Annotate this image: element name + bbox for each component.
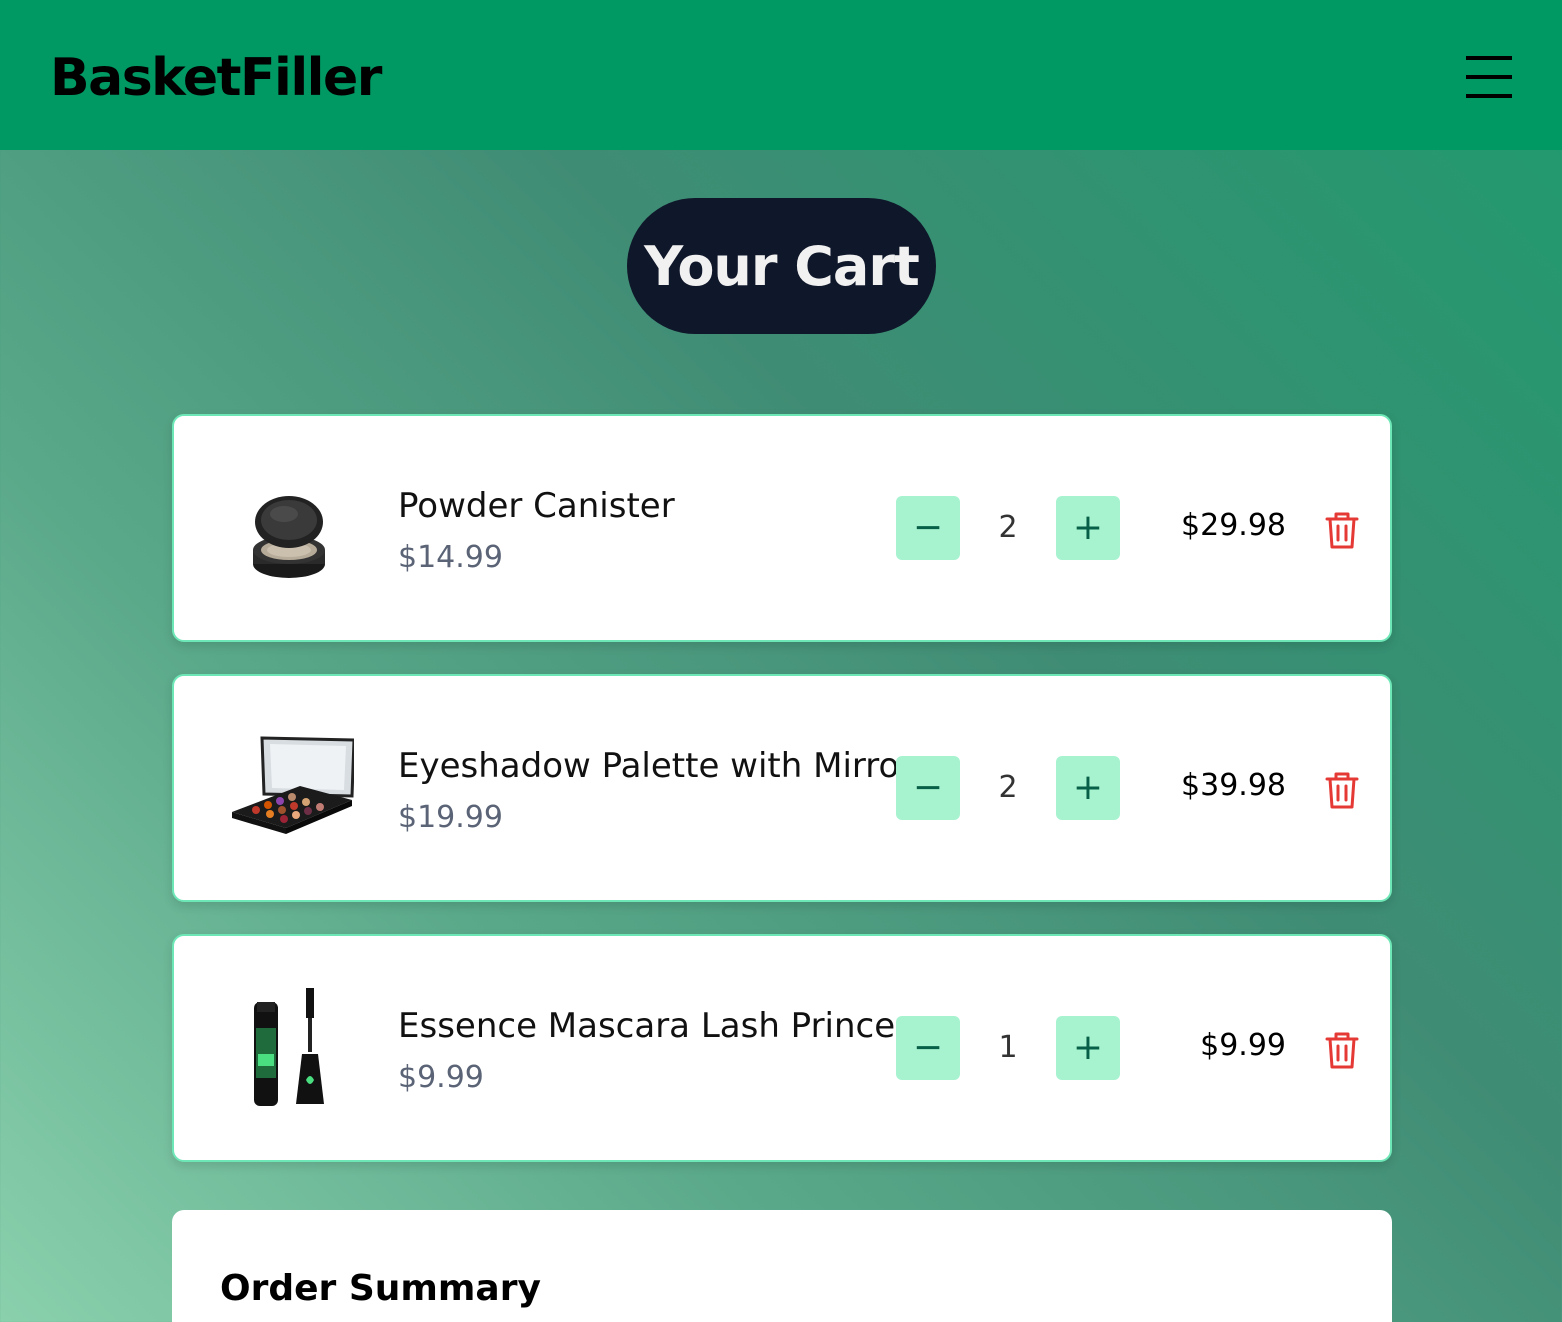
item-unit-price: $19.99 — [398, 800, 503, 835]
cart-item: Eyeshadow Palette with Mirror $19.99 − 2… — [172, 674, 1392, 902]
increase-quantity-button[interactable]: + — [1056, 1016, 1120, 1080]
trash-icon[interactable] — [1324, 1030, 1360, 1070]
item-name: Eyeshadow Palette with Mirror — [398, 746, 914, 786]
item-total-price: $29.98 — [1181, 508, 1286, 543]
item-unit-price: $9.99 — [398, 1060, 484, 1095]
page-title-pill: Your Cart — [627, 198, 936, 334]
item-total-price: $39.98 — [1181, 768, 1286, 803]
item-unit-price: $14.99 — [398, 540, 503, 575]
cart-item: Powder Canister $14.99 − 2 + $29.98 — [172, 414, 1392, 642]
powder-compact-image — [253, 496, 325, 578]
mascara-image — [254, 988, 324, 1106]
increase-quantity-button[interactable]: + — [1056, 756, 1120, 820]
decrease-quantity-button[interactable]: − — [896, 756, 960, 820]
increase-quantity-button[interactable]: + — [1056, 496, 1120, 560]
brand-logo[interactable]: BasketFiller — [50, 46, 382, 110]
item-total-price: $9.99 — [1200, 1028, 1286, 1063]
item-name: Essence Mascara Lash Princess — [398, 1006, 931, 1046]
order-summary-title: Order Summary — [220, 1268, 541, 1309]
cart-item: Essence Mascara Lash Princess $9.99 − 1 … — [172, 934, 1392, 1162]
hamburger-menu-icon[interactable] — [1466, 56, 1512, 98]
item-quantity: 2 — [998, 770, 1018, 805]
item-quantity: 1 — [998, 1030, 1018, 1065]
page-title: Your Cart — [644, 234, 920, 298]
trash-icon[interactable] — [1324, 770, 1360, 810]
order-summary-panel: Order Summary — [172, 1210, 1392, 1322]
top-navbar: BasketFiller — [0, 0, 1562, 150]
trash-icon[interactable] — [1324, 510, 1360, 550]
decrease-quantity-button[interactable]: − — [896, 496, 960, 560]
item-quantity: 2 — [998, 510, 1018, 545]
decrease-quantity-button[interactable]: − — [896, 1016, 960, 1080]
eyeshadow-palette-image — [232, 736, 354, 834]
item-name: Powder Canister — [398, 486, 675, 526]
